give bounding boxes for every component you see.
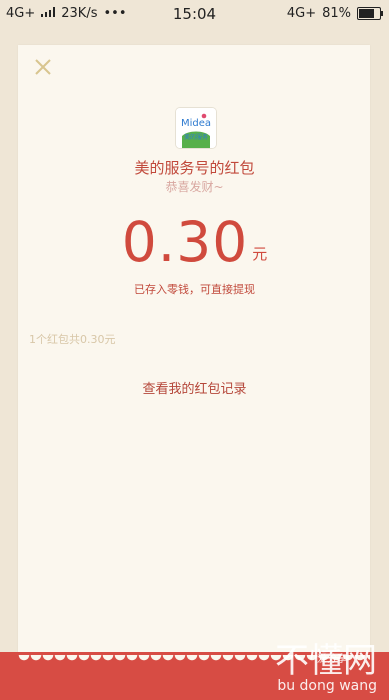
logo-caption: 美的服务 [183,134,208,141]
view-red-packet-records-link[interactable]: 查看我的红包记录 [0,378,389,397]
amount-note: 已存入零钱，可直接提现 [134,283,255,296]
logo-brand: Midea [180,118,212,129]
amount-row: 0.30 元 [0,215,389,270]
amount-unit: 元 [252,245,268,263]
battery-icon [357,7,383,20]
page-title: 美的服务号的红包 [134,159,255,177]
status-right: 4G+ 81% [286,6,383,21]
watermark: 不懂网 爱分享 bu dong wang [275,644,377,694]
amount-value: 0.30 [121,210,249,274]
packet-summary: 1个红包共0.30元 [29,333,116,346]
battery-percent: 81% [322,6,351,21]
watermark-sub: bu dong wang [277,678,377,694]
brand-logo: Midea 美的服务 [176,108,216,148]
watermark-small: 爱分享 [317,654,347,665]
close-icon[interactable] [34,58,52,76]
page-subtitle: 恭喜发财~ [165,180,224,194]
network-right-label: 4G+ [286,6,317,21]
status-bar: 4G+ 23K/s ••• 15:04 4G+ 81% [0,0,389,28]
